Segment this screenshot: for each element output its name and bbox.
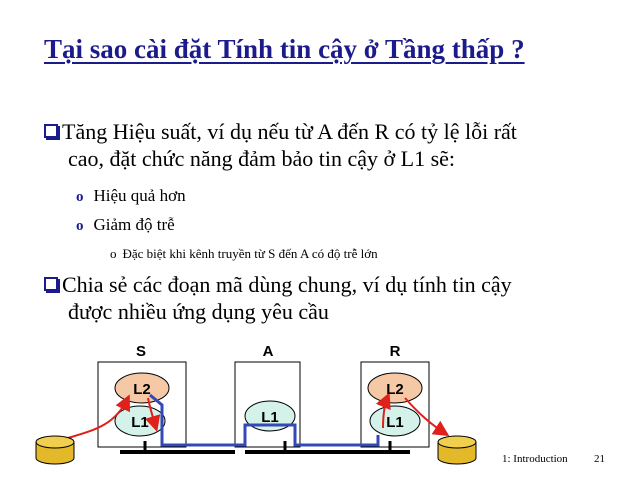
a-l1-label: L1 xyxy=(261,409,279,426)
r-l2-label: L2 xyxy=(386,381,404,398)
node-r-label: R xyxy=(390,343,401,360)
right-disk-icon xyxy=(437,435,477,465)
footer-page-number: 21 xyxy=(594,453,605,465)
s-l1-label: L1 xyxy=(131,414,149,431)
footer-section: 1: Introduction xyxy=(502,453,568,465)
network-diagram: L2 L1 L1 L2 L1 S A R xyxy=(35,343,477,465)
left-disk-icon xyxy=(35,435,75,465)
node-a-label: A xyxy=(263,343,274,360)
r-l1-label: L1 xyxy=(386,414,404,431)
node-s-label: S xyxy=(136,343,146,360)
s-l2-label: L2 xyxy=(133,381,151,398)
